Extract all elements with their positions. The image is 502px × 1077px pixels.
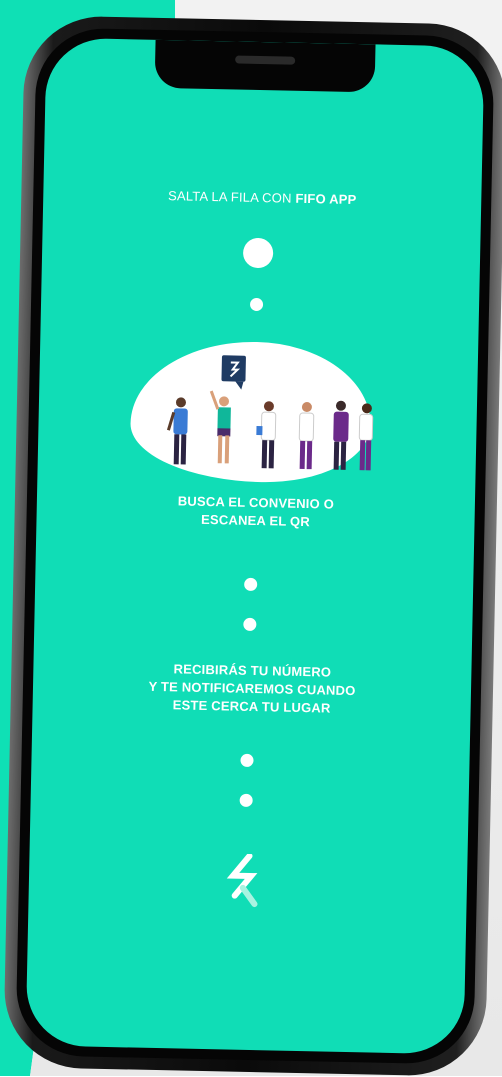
tagline: SALTA LA FILA CON FIFO APP <box>43 185 481 209</box>
progress-dot <box>243 617 257 632</box>
person-6 <box>358 403 374 471</box>
progress-dot <box>249 297 264 312</box>
step-1-text: BUSCA EL CONVENIO O ESCANEA EL QR <box>36 489 475 534</box>
person-5 <box>333 400 349 470</box>
phone-bezel: SALTA LA FILA CON FIFO APP BUSCA EL CONV… <box>15 27 495 1065</box>
phone-mockup: SALTA LA FILA CON FIFO APP BUSCA EL CONV… <box>3 15 502 1077</box>
progress-dot <box>240 753 254 768</box>
step-2-text: RECIBIRÁS TU NÚMERO Y TE NOTIFICAREMOS C… <box>32 657 471 720</box>
progress-dot-large <box>242 237 274 269</box>
speaker-grille <box>235 55 296 65</box>
person-4 <box>298 402 315 470</box>
person-1 <box>166 397 188 465</box>
progress-dot <box>239 793 253 808</box>
tagline-brand: FIFO APP <box>295 190 357 208</box>
tagline-prefix: SALTA LA FILA CON <box>167 188 296 206</box>
person-3 <box>256 401 277 469</box>
phone-notch <box>154 39 376 93</box>
speech-bubble <box>221 355 246 390</box>
phone-screen: SALTA LA FILA CON FIFO APP BUSCA EL CONV… <box>25 37 485 1055</box>
progress-dot <box>244 577 258 592</box>
person-2 <box>209 390 231 464</box>
queue-people-illustration <box>166 355 374 471</box>
fifo-logo-icon <box>226 853 258 908</box>
